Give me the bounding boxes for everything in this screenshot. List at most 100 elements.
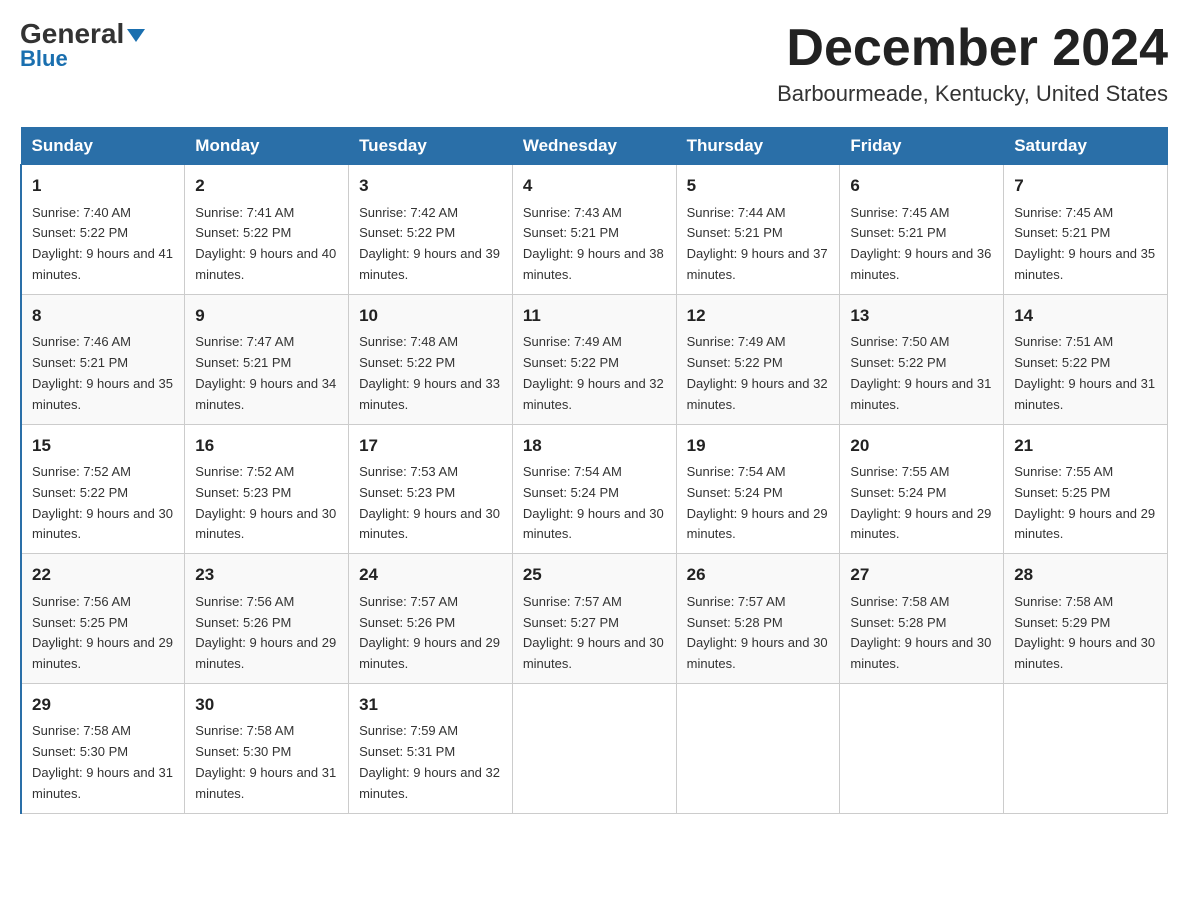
calendar-cell: 5 Sunrise: 7:44 AMSunset: 5:21 PMDaylight…	[676, 165, 840, 295]
day-info: Sunrise: 7:56 AMSunset: 5:26 PMDaylight:…	[195, 594, 336, 671]
day-number: 20	[850, 433, 993, 459]
day-number: 6	[850, 173, 993, 199]
calendar-table: SundayMondayTuesdayWednesdayThursdayFrid…	[20, 127, 1168, 813]
calendar-body: 1Sunrise: 7:40 AMSunset: 5:22 PMDaylight…	[21, 165, 1168, 813]
day-info: Sunrise: 7:51 AMSunset: 5:22 PMDaylight:…	[1014, 334, 1155, 411]
logo-text: General	[20, 20, 145, 48]
day-number: 7	[1014, 173, 1157, 199]
logo: General Blue	[20, 20, 145, 72]
calendar-cell: 6 Sunrise: 7:45 AMSunset: 5:21 PMDaylight…	[840, 165, 1004, 295]
day-number: 26	[687, 562, 830, 588]
calendar-cell: 29Sunrise: 7:58 AMSunset: 5:30 PMDayligh…	[21, 683, 185, 813]
calendar-cell: 13 Sunrise: 7:50 AMSunset: 5:22 PMDayligh…	[840, 294, 1004, 424]
calendar-cell: 14 Sunrise: 7:51 AMSunset: 5:22 PMDayligh…	[1004, 294, 1168, 424]
day-info: Sunrise: 7:54 AMSunset: 5:24 PMDaylight:…	[687, 464, 828, 541]
calendar-cell: 12 Sunrise: 7:49 AMSunset: 5:22 PMDayligh…	[676, 294, 840, 424]
day-number: 21	[1014, 433, 1157, 459]
day-info: Sunrise: 7:43 AMSunset: 5:21 PMDaylight:…	[523, 205, 664, 282]
day-number: 5	[687, 173, 830, 199]
day-header-monday: Monday	[185, 128, 349, 165]
week-row-2: 8 Sunrise: 7:46 AMSunset: 5:21 PMDaylight…	[21, 294, 1168, 424]
calendar-cell: 23 Sunrise: 7:56 AMSunset: 5:26 PMDayligh…	[185, 554, 349, 684]
calendar-cell: 22 Sunrise: 7:56 AMSunset: 5:25 PMDayligh…	[21, 554, 185, 684]
day-number: 8	[32, 303, 174, 329]
day-info: Sunrise: 7:55 AMSunset: 5:24 PMDaylight:…	[850, 464, 991, 541]
day-info: Sunrise: 7:54 AMSunset: 5:24 PMDaylight:…	[523, 464, 664, 541]
calendar-cell: 9Sunrise: 7:47 AMSunset: 5:21 PMDaylight…	[185, 294, 349, 424]
day-number: 3	[359, 173, 502, 199]
day-header-row: SundayMondayTuesdayWednesdayThursdayFrid…	[21, 128, 1168, 165]
day-number: 15	[32, 433, 174, 459]
calendar-cell	[512, 683, 676, 813]
day-info: Sunrise: 7:57 AMSunset: 5:28 PMDaylight:…	[687, 594, 828, 671]
day-header-wednesday: Wednesday	[512, 128, 676, 165]
calendar-cell: 31Sunrise: 7:59 AMSunset: 5:31 PMDayligh…	[349, 683, 513, 813]
day-number: 16	[195, 433, 338, 459]
location-title: Barbourmeade, Kentucky, United States	[777, 81, 1168, 107]
day-info: Sunrise: 7:49 AMSunset: 5:22 PMDaylight:…	[687, 334, 828, 411]
calendar-cell	[840, 683, 1004, 813]
day-info: Sunrise: 7:40 AMSunset: 5:22 PMDaylight:…	[32, 205, 173, 282]
calendar-cell: 18 Sunrise: 7:54 AMSunset: 5:24 PMDayligh…	[512, 424, 676, 554]
day-info: Sunrise: 7:52 AMSunset: 5:23 PMDaylight:…	[195, 464, 336, 541]
day-number: 4	[523, 173, 666, 199]
day-info: Sunrise: 7:56 AMSunset: 5:25 PMDaylight:…	[32, 594, 173, 671]
calendar-header: SundayMondayTuesdayWednesdayThursdayFrid…	[21, 128, 1168, 165]
day-info: Sunrise: 7:57 AMSunset: 5:26 PMDaylight:…	[359, 594, 500, 671]
calendar-cell: 2Sunrise: 7:41 AMSunset: 5:22 PMDaylight…	[185, 165, 349, 295]
calendar-cell	[1004, 683, 1168, 813]
day-number: 19	[687, 433, 830, 459]
month-title: December 2024	[777, 20, 1168, 77]
day-header-friday: Friday	[840, 128, 1004, 165]
calendar-cell: 26 Sunrise: 7:57 AMSunset: 5:28 PMDayligh…	[676, 554, 840, 684]
day-number: 27	[850, 562, 993, 588]
day-number: 13	[850, 303, 993, 329]
calendar-cell: 27 Sunrise: 7:58 AMSunset: 5:28 PMDayligh…	[840, 554, 1004, 684]
day-info: Sunrise: 7:50 AMSunset: 5:22 PMDaylight:…	[850, 334, 991, 411]
day-info: Sunrise: 7:58 AMSunset: 5:29 PMDaylight:…	[1014, 594, 1155, 671]
calendar-cell: 21 Sunrise: 7:55 AMSunset: 5:25 PMDayligh…	[1004, 424, 1168, 554]
day-number: 17	[359, 433, 502, 459]
day-header-sunday: Sunday	[21, 128, 185, 165]
week-row-4: 22 Sunrise: 7:56 AMSunset: 5:25 PMDayligh…	[21, 554, 1168, 684]
day-info: Sunrise: 7:45 AMSunset: 5:21 PMDaylight:…	[850, 205, 991, 282]
day-header-saturday: Saturday	[1004, 128, 1168, 165]
week-row-3: 15Sunrise: 7:52 AMSunset: 5:22 PMDayligh…	[21, 424, 1168, 554]
calendar-cell: 28 Sunrise: 7:58 AMSunset: 5:29 PMDayligh…	[1004, 554, 1168, 684]
calendar-cell: 19 Sunrise: 7:54 AMSunset: 5:24 PMDayligh…	[676, 424, 840, 554]
day-number: 18	[523, 433, 666, 459]
week-row-5: 29Sunrise: 7:58 AMSunset: 5:30 PMDayligh…	[21, 683, 1168, 813]
day-info: Sunrise: 7:58 AMSunset: 5:30 PMDaylight:…	[195, 723, 336, 800]
day-header-tuesday: Tuesday	[349, 128, 513, 165]
day-info: Sunrise: 7:58 AMSunset: 5:28 PMDaylight:…	[850, 594, 991, 671]
day-info: Sunrise: 7:46 AMSunset: 5:21 PMDaylight:…	[32, 334, 173, 411]
page-header: General Blue December 2024 Barbourmeade,…	[20, 20, 1168, 107]
week-row-1: 1Sunrise: 7:40 AMSunset: 5:22 PMDaylight…	[21, 165, 1168, 295]
title-block: December 2024 Barbourmeade, Kentucky, Un…	[777, 20, 1168, 107]
calendar-cell: 8 Sunrise: 7:46 AMSunset: 5:21 PMDaylight…	[21, 294, 185, 424]
calendar-cell: 11Sunrise: 7:49 AMSunset: 5:22 PMDayligh…	[512, 294, 676, 424]
calendar-cell: 24 Sunrise: 7:57 AMSunset: 5:26 PMDayligh…	[349, 554, 513, 684]
day-info: Sunrise: 7:48 AMSunset: 5:22 PMDaylight:…	[359, 334, 500, 411]
day-number: 2	[195, 173, 338, 199]
day-number: 28	[1014, 562, 1157, 588]
day-info: Sunrise: 7:42 AMSunset: 5:22 PMDaylight:…	[359, 205, 500, 282]
day-number: 22	[32, 562, 174, 588]
day-number: 23	[195, 562, 338, 588]
day-number: 11	[523, 303, 666, 329]
day-number: 10	[359, 303, 502, 329]
day-info: Sunrise: 7:45 AMSunset: 5:21 PMDaylight:…	[1014, 205, 1155, 282]
day-number: 14	[1014, 303, 1157, 329]
calendar-cell: 7 Sunrise: 7:45 AMSunset: 5:21 PMDaylight…	[1004, 165, 1168, 295]
day-info: Sunrise: 7:59 AMSunset: 5:31 PMDaylight:…	[359, 723, 500, 800]
day-info: Sunrise: 7:44 AMSunset: 5:21 PMDaylight:…	[687, 205, 828, 282]
day-number: 30	[195, 692, 338, 718]
day-info: Sunrise: 7:55 AMSunset: 5:25 PMDaylight:…	[1014, 464, 1155, 541]
day-info: Sunrise: 7:47 AMSunset: 5:21 PMDaylight:…	[195, 334, 336, 411]
day-number: 12	[687, 303, 830, 329]
calendar-cell	[676, 683, 840, 813]
calendar-cell: 4 Sunrise: 7:43 AMSunset: 5:21 PMDaylight…	[512, 165, 676, 295]
logo-blue-text: Blue	[20, 46, 68, 72]
day-number: 24	[359, 562, 502, 588]
day-info: Sunrise: 7:53 AMSunset: 5:23 PMDaylight:…	[359, 464, 500, 541]
